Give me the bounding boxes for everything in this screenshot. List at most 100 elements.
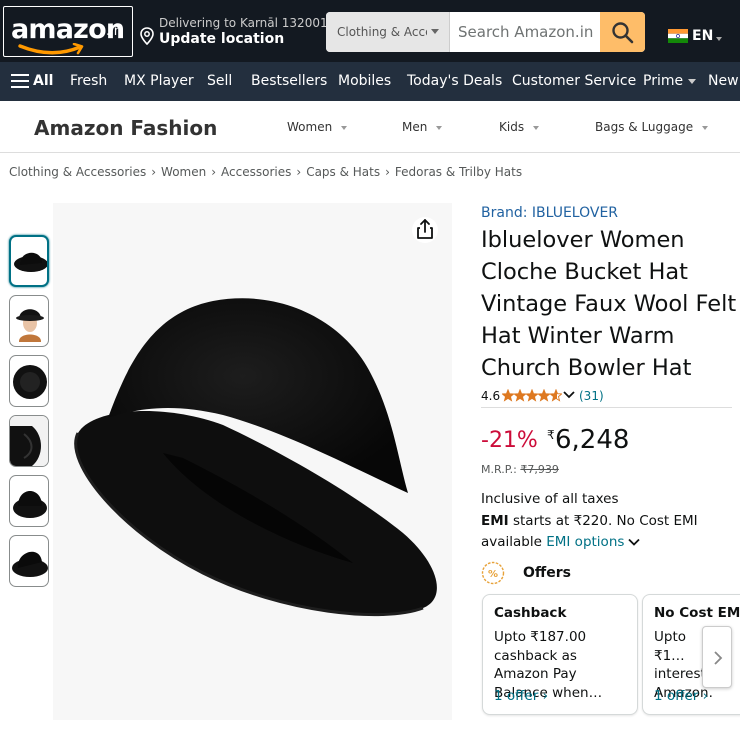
language-code: EN [692,28,714,44]
chevron-down-icon [436,125,443,130]
search-icon [612,22,634,44]
mrp-label: M.R.P.: [481,463,517,476]
chevron-down-icon [716,37,722,41]
thumbnail-2[interactable] [9,295,49,347]
language-selector[interactable]: EN [668,26,728,46]
emi-options-link[interactable]: EMI options [546,534,624,550]
amazon-logo[interactable]: amazon .in [3,6,133,57]
fashion-link-women[interactable]: Women [287,120,348,134]
deliver-to[interactable]: Delivering to Karnāl 132001 Update locat… [139,12,328,52]
breadcrumb-link[interactable]: Accessories [221,165,291,179]
thumbnail-1[interactable] [9,235,49,287]
hat-front-thumbnail-image [13,491,47,518]
search-bar: Clothing & Accessories [326,12,645,52]
emi-info: EMI starts at ₹220. No Cost EMI availabl… [481,511,737,553]
fashion-bar: Amazon Fashion Women Men Kids Bags & Lug… [0,101,740,153]
chevron-down-icon[interactable] [563,390,575,400]
chevron-down-icon [702,125,709,130]
mrp: M.R.P.: ₹7,939 [481,463,559,476]
offers-label: Offers [523,565,571,581]
logo-tld: .in [106,24,122,39]
all-menu-link[interactable]: All [33,73,53,89]
chevron-down-icon[interactable] [628,538,641,547]
chevron-down-icon [688,78,697,84]
star-3 [525,389,539,402]
breadcrumb-link[interactable]: Fedoras & Trilby Hats [395,165,522,179]
thumbnail-3[interactable] [9,355,49,407]
price: 6,248 [555,425,630,455]
model-thumbnail-image [16,309,44,342]
thumbnail-5[interactable] [9,475,49,527]
chevron-down-icon [533,125,540,130]
breadcrumb-link[interactable]: Caps & Hats [306,165,380,179]
nav-link-sell[interactable]: Sell [207,73,232,89]
offer-title: Cashback [494,605,567,621]
hat-top-view-thumbnail-image [13,365,47,399]
brand-link[interactable]: Brand: IBLUELOVER [481,205,618,221]
currency-symbol: ₹ [547,428,555,442]
nav-link-customer-service[interactable]: Customer Service [512,73,636,89]
nav-link-prime[interactable]: Prime [643,73,697,89]
fashion-link-label: Women [287,120,333,134]
fashion-title[interactable]: Amazon Fashion [34,116,217,140]
breadcrumb-link[interactable]: Women [161,165,206,179]
chevron-down-icon [431,29,439,34]
fashion-link-label: Bags & Luggage [595,120,694,134]
star-4 [537,389,551,402]
chevron-right-icon [714,651,723,665]
taxes-note: Inclusive of all taxes [481,491,619,507]
search-category-label: Clothing & Accessories [337,25,427,39]
deliver-address: Delivering to Karnāl 132001 [159,16,328,30]
fashion-link-label: Men [402,120,428,134]
star-rating-icon[interactable] [502,389,562,402]
svg-text:%: % [488,569,498,580]
location-pin-icon [140,27,154,45]
share-icon[interactable] [412,216,438,244]
carousel-next-button[interactable] [702,626,732,688]
nav-link-mobiles[interactable]: Mobiles [338,73,391,89]
offer-link[interactable]: 1 offer › [494,688,548,704]
hat-thumbnail-image [14,252,47,272]
fashion-link-label: Kids [499,120,525,134]
search-button[interactable] [600,12,645,52]
nav-link-fresh[interactable]: Fresh [70,73,107,89]
offer-link[interactable]: 1 offer › [654,688,708,704]
fashion-link-bags-luggage[interactable]: Bags & Luggage [595,120,709,134]
hamburger-menu-icon[interactable] [11,74,29,88]
bucket-hat-image [74,298,437,617]
search-input[interactable] [450,12,600,52]
breadcrumb-link[interactable]: Clothing & Accessories [9,165,146,179]
update-location-label: Update location [159,31,285,47]
nav-link-new[interactable]: New [708,73,739,89]
nav-link-mx-player[interactable]: MX Player [124,73,194,89]
search-category-select[interactable]: Clothing & Accessories [326,12,450,52]
main-product-image[interactable] [53,203,452,720]
rating-count-link[interactable]: (31) [579,389,604,403]
thumbnail-4[interactable] [9,415,49,467]
rating-value: 4.6 [481,389,501,403]
hat-inside-thumbnail-image [10,416,48,466]
thumbnail-6[interactable] [9,535,49,587]
prime-label: Prime [643,73,684,89]
fashion-link-kids[interactable]: Kids [499,120,540,134]
star-1 [502,389,515,402]
star-2 [513,389,527,402]
sub-nav: All Fresh MX Player Sell Bestsellers Mob… [0,62,740,101]
star-5 [549,389,562,402]
mrp-value: ₹7,939 [520,463,559,476]
offer-title: No Cost EMI [654,605,740,621]
offer-card-cashback[interactable]: Cashback Upto ₹187.00 cashback as Amazon… [482,594,638,715]
emi-label: EMI [481,513,509,529]
nav-link-bestsellers[interactable]: Bestsellers [251,73,327,89]
hat-side-thumbnail-image [12,551,48,577]
logo-smile-icon [18,43,84,55]
india-flag-icon [668,29,688,43]
breadcrumb: Clothing & Accessories › Women › Accessories… [9,165,523,179]
product-title: Ibluelover Women Cloche Bucket Hat Vinta… [481,227,737,381]
divider [481,407,732,408]
fashion-link-men[interactable]: Men [402,120,443,134]
chevron-down-icon [341,125,348,130]
top-nav: amazon .in Delivering to Karnāl 132001 U… [0,0,740,62]
nav-link-todays-deals[interactable]: Today's Deals [407,73,502,89]
offers-badge-icon: % [481,561,505,585]
